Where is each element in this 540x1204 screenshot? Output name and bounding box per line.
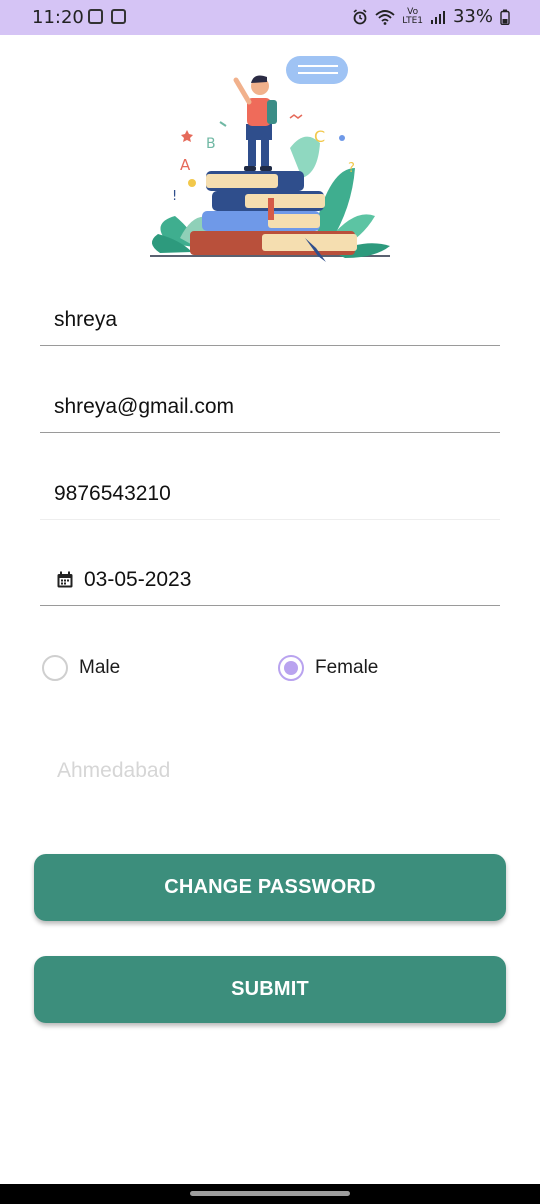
app-notification-icon [111,9,126,24]
female-radio-dot [284,661,298,675]
lte-label: LTE1 [402,15,423,26]
calendar-icon [57,571,73,587]
gender-male-radio[interactable]: Male [42,648,120,688]
male-radio-circle[interactable] [42,655,68,681]
status-bar: 11:20 Vo LTE1 33% [0,0,540,35]
city-input[interactable] [40,748,500,794]
email-value: shreya@gmail.com [54,394,235,418]
status-time: 11:20 [32,7,84,28]
email-field[interactable]: shreya@gmail.com [40,381,500,433]
svg-text:?: ? [348,161,355,176]
name-value: shreya [54,307,118,331]
name-field[interactable]: shreya [40,294,500,346]
student-on-books-illustration: A B C ? ! [150,56,390,262]
alarm-icon [353,8,367,24]
date-value: 03-05-2023 [84,567,192,591]
female-radio-circle[interactable] [278,655,304,681]
wifi-icon [375,9,395,25]
change-password-button[interactable]: CHANGE PASSWORD [34,854,506,921]
svg-text:!: ! [172,189,177,204]
phone-field[interactable]: 9876543210 [40,468,500,520]
female-label: Female [315,657,379,678]
date-field[interactable]: 03-05-2023 [40,554,500,606]
battery-percent: 33% [452,6,493,27]
network-indicator: Vo LTE1 [402,7,423,26]
home-gesture-handle[interactable] [190,1191,350,1196]
svg-text:A: A [180,156,191,174]
svg-text:B: B [206,136,216,152]
submit-button[interactable]: SUBMIT [34,956,506,1023]
gender-radio-group: Male Female [40,648,500,688]
status-right: Vo LTE1 33% [352,6,510,27]
phone-value: 9876543210 [54,481,171,505]
male-label: Male [79,657,121,678]
gallery-notification-icon [88,9,103,24]
navigation-bar [0,1184,540,1204]
signal-icon [430,10,445,24]
gender-female-radio[interactable]: Female [278,648,378,688]
svg-text:C: C [314,127,325,146]
battery-icon [500,9,510,25]
status-notification-icons [88,9,126,24]
